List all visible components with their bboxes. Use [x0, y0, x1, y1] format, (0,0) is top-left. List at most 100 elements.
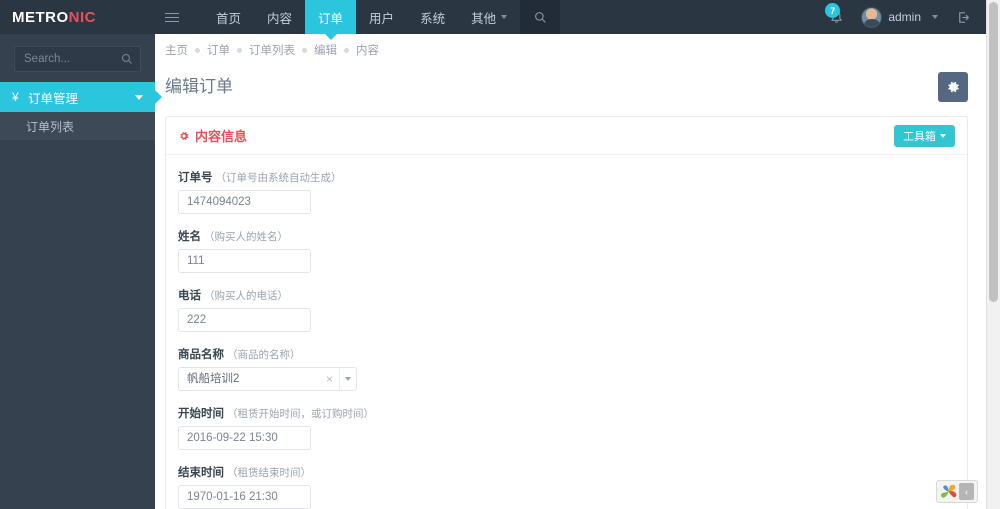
- clear-icon[interactable]: ×: [322, 368, 339, 390]
- label-text: 结束时间: [178, 467, 224, 479]
- scrollbar-thumb[interactable]: [989, 2, 998, 302]
- gear-icon: [180, 131, 189, 140]
- sidebar-subitem-label: 订单列表: [26, 119, 75, 134]
- breadcrumb-item-edit[interactable]: 编辑: [314, 42, 337, 58]
- phone-input[interactable]: [178, 308, 311, 332]
- label-hint: （订单号由系统自动生成）: [215, 172, 342, 184]
- field-group-product-name: 商品名称 （商品的名称） 帆船培训2 ×: [178, 346, 955, 391]
- breadcrumb: 主页 订单 订单列表 编辑 内容: [155, 34, 986, 58]
- sidebar-item-order-management[interactable]: ¥ 订单管理: [0, 82, 155, 112]
- menu-toggle-icon[interactable]: [155, 0, 189, 34]
- label-hint: （租赁开始时间，或订购时间）: [227, 408, 374, 420]
- portlet-body: 订单号（订单号由系统自动生成） 姓名（购买人的姓名） 电话（购买人的电话）: [166, 155, 967, 509]
- page-title: 编辑订单: [165, 77, 233, 96]
- main-content: 主页 订单 订单列表 编辑 内容 编辑订单 内容信息 工具箱 订单号 （订单号由…: [155, 34, 986, 509]
- portlet-title-label: 内容信息: [195, 129, 248, 144]
- avatar: [861, 6, 883, 28]
- nav-right-group: 7 admin: [819, 0, 986, 34]
- chevron-down-icon: [932, 15, 938, 19]
- field-group-start-time: 开始时间 （租赁开始时间，或订购时间）: [178, 405, 955, 450]
- label-text: 开始时间: [178, 408, 224, 420]
- label-hint: （购买人的电话）: [204, 290, 288, 302]
- nav-label: 其他: [471, 11, 497, 26]
- nav-item-system[interactable]: 系统: [407, 0, 458, 34]
- breadcrumb-item-orders[interactable]: 订单: [207, 42, 230, 58]
- label-hint: （租赁结束时间）: [227, 467, 311, 479]
- nav-item-users[interactable]: 用户: [356, 0, 407, 34]
- breadcrumb-item-order-list[interactable]: 订单列表: [249, 42, 295, 58]
- ime-indicator[interactable]: ‹: [936, 480, 978, 503]
- sogou-ime-logo-icon: [941, 484, 957, 498]
- brand-part-2: NIC: [68, 8, 97, 26]
- brand-part-1: METRO: [12, 8, 69, 26]
- label-phone: 电话 （购买人的电话）: [178, 287, 955, 303]
- main-nav: 首页 内容 订单 用户 系统 其他: [203, 0, 561, 34]
- sidebar: ¥ 订单管理 订单列表: [0, 34, 155, 509]
- nav-item-orders[interactable]: 订单: [305, 0, 357, 34]
- nav-search-button[interactable]: [520, 0, 561, 34]
- order-no-input[interactable]: [178, 190, 311, 214]
- app-root: METRONIC 首页 内容 订单 用户 系统 其他 7 admin Searc…: [0, 0, 1000, 509]
- sidebar-search-wrap: [0, 34, 155, 82]
- notifications-button[interactable]: 7: [819, 0, 853, 34]
- nav-label: 首页: [216, 11, 242, 26]
- portlet-header: 内容信息 工具箱: [166, 117, 967, 155]
- end-time-input[interactable]: [178, 485, 311, 509]
- portlet-title: 内容信息: [178, 126, 247, 145]
- top-navbar: METRONIC 首页 内容 订单 用户 系统 其他 7 admin: [0, 0, 986, 34]
- ime-collapse-button[interactable]: ‹: [959, 483, 974, 500]
- sidebar-item-order-list[interactable]: 订单列表: [0, 112, 155, 140]
- settings-gear-button[interactable]: [938, 72, 968, 102]
- chevron-down-icon: [501, 15, 508, 19]
- brand-logo[interactable]: METRONIC: [0, 9, 155, 26]
- nav-item-other[interactable]: 其他: [458, 0, 520, 34]
- product-name-select[interactable]: 帆船培训2 ×: [178, 367, 357, 391]
- name-input[interactable]: [178, 249, 311, 273]
- label-name: 姓名 （购买人的姓名）: [178, 228, 955, 244]
- field-group-name: 姓名 （购买人的姓名）: [178, 228, 955, 273]
- breadcrumb-separator-icon: [237, 47, 242, 53]
- breadcrumb-item-content: 内容: [356, 45, 379, 57]
- label-text: 电话: [178, 290, 201, 302]
- toolbox-dropdown-button[interactable]: 工具箱: [894, 124, 955, 147]
- page-header: 编辑订单: [155, 58, 986, 102]
- user-menu[interactable]: admin: [853, 0, 946, 34]
- breadcrumb-item-home[interactable]: 主页: [165, 42, 188, 58]
- label-product-name: 商品名称 （商品的名称）: [178, 346, 955, 362]
- gear-icon: [948, 81, 959, 93]
- page-scrollbar[interactable]: ▲: [986, 0, 1000, 509]
- sidebar-item-label: 订单管理: [28, 91, 79, 106]
- nav-label: 系统: [420, 11, 446, 26]
- label-text: 商品名称: [178, 349, 224, 361]
- nav-item-content[interactable]: 内容: [254, 0, 305, 34]
- chevron-down-icon: [135, 94, 143, 100]
- logout-icon: [958, 11, 969, 23]
- chevron-down-icon: [940, 133, 946, 138]
- label-hint: （商品的名称）: [227, 349, 301, 361]
- sidebar-search[interactable]: [14, 46, 141, 72]
- breadcrumb-separator-icon: [302, 47, 307, 53]
- label-end-time: 结束时间 （租赁结束时间）: [178, 464, 955, 480]
- breadcrumb-separator-icon: [344, 47, 349, 53]
- label-text: 姓名: [178, 231, 201, 243]
- search-icon: [121, 52, 133, 70]
- nav-label: 用户: [369, 11, 395, 26]
- field-group-end-time: 结束时间 （租赁结束时间）: [178, 464, 955, 509]
- label-start-time: 开始时间 （租赁开始时间，或订购时间）: [178, 405, 955, 421]
- logout-button[interactable]: [946, 0, 980, 34]
- label-text: 订单号: [178, 172, 213, 184]
- breadcrumb-separator-icon: [195, 47, 200, 53]
- nav-label: 内容: [267, 11, 293, 26]
- content-info-portlet: 内容信息 工具箱 订单号 （订单号由系统自动生成） 1474094023 姓名 …: [165, 116, 968, 509]
- label-hint: （购买人的姓名）: [204, 231, 288, 243]
- product-name-value: 帆船培训2: [187, 373, 240, 385]
- start-time-input[interactable]: [178, 426, 311, 450]
- toolbox-label: 工具箱: [903, 130, 936, 143]
- field-group-phone: 电话 （购买人的电话）: [178, 287, 955, 332]
- yen-icon: ¥: [12, 90, 19, 104]
- dropdown-arrow-icon[interactable]: [339, 368, 356, 390]
- label-order-no: 订单号 （订单号由系统自动生成）: [178, 169, 955, 185]
- nav-label: 订单: [318, 11, 344, 26]
- nav-item-home[interactable]: 首页: [203, 0, 254, 34]
- user-name-label: admin: [888, 10, 921, 24]
